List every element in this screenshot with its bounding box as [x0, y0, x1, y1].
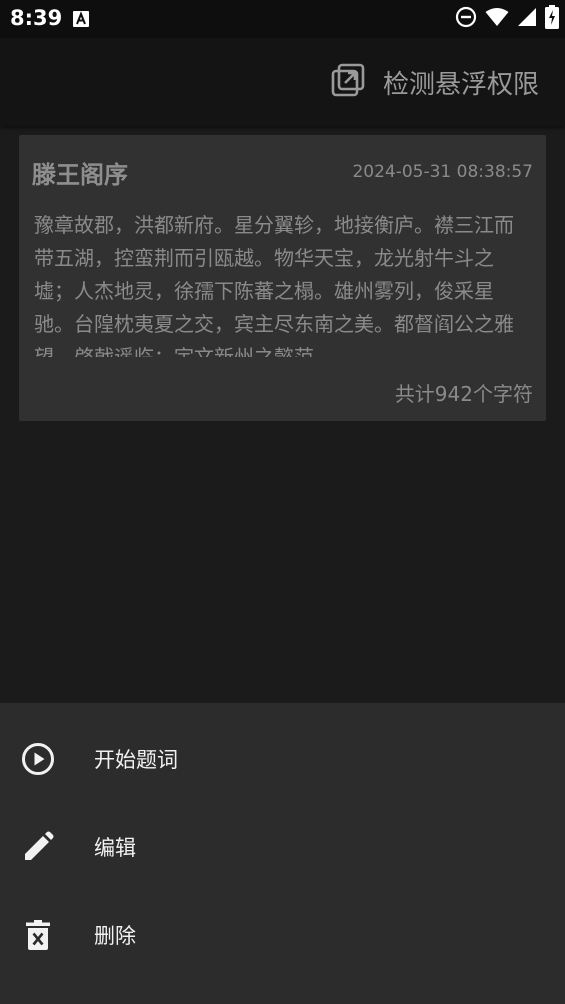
card-char-count: 共计942个字符 — [394, 382, 533, 406]
battery-icon — [545, 5, 559, 33]
edit-item[interactable]: 编辑 — [0, 803, 565, 891]
delete-item[interactable]: 删除 — [0, 891, 565, 979]
start-prompt-item[interactable]: 开始题词 — [0, 715, 565, 803]
start-prompt-label: 开始题词 — [94, 748, 178, 772]
status-icons — [455, 5, 559, 33]
text-card[interactable]: 滕王阁序 2024-05-31 08:38:57 豫章故郡，洪都新府。星分翼轸，… — [19, 135, 546, 421]
card-date: 2024-05-31 08:38:57 — [352, 162, 533, 182]
delete-label: 删除 — [94, 924, 136, 948]
play-circle-icon — [20, 741, 56, 777]
bottom-sheet: 开始题词 编辑 删除 — [0, 703, 565, 1004]
notification-a-icon — [72, 10, 90, 28]
status-time: 8:39 — [10, 6, 63, 30]
status-bar: 8:39 — [0, 0, 565, 38]
edit-label: 编辑 — [94, 836, 136, 860]
card-title: 滕王阁序 — [32, 161, 128, 189]
check-float-permission-button[interactable]: 检测悬浮权限 — [331, 60, 539, 104]
wifi-icon — [485, 7, 509, 31]
delete-icon — [20, 917, 56, 953]
cellular-signal-icon — [517, 7, 537, 31]
app-bar: 检测悬浮权限 — [0, 38, 565, 126]
card-body: 豫章故郡，洪都新府。星分翼轸，地接衡庐。襟三江而带五湖，控蛮荆而引瓯越。物华天宝… — [34, 213, 514, 357]
open-in-new-icon — [331, 63, 365, 101]
do-not-disturb-icon — [455, 6, 477, 32]
pencil-icon — [20, 829, 56, 865]
check-float-permission-label: 检测悬浮权限 — [382, 69, 539, 100]
